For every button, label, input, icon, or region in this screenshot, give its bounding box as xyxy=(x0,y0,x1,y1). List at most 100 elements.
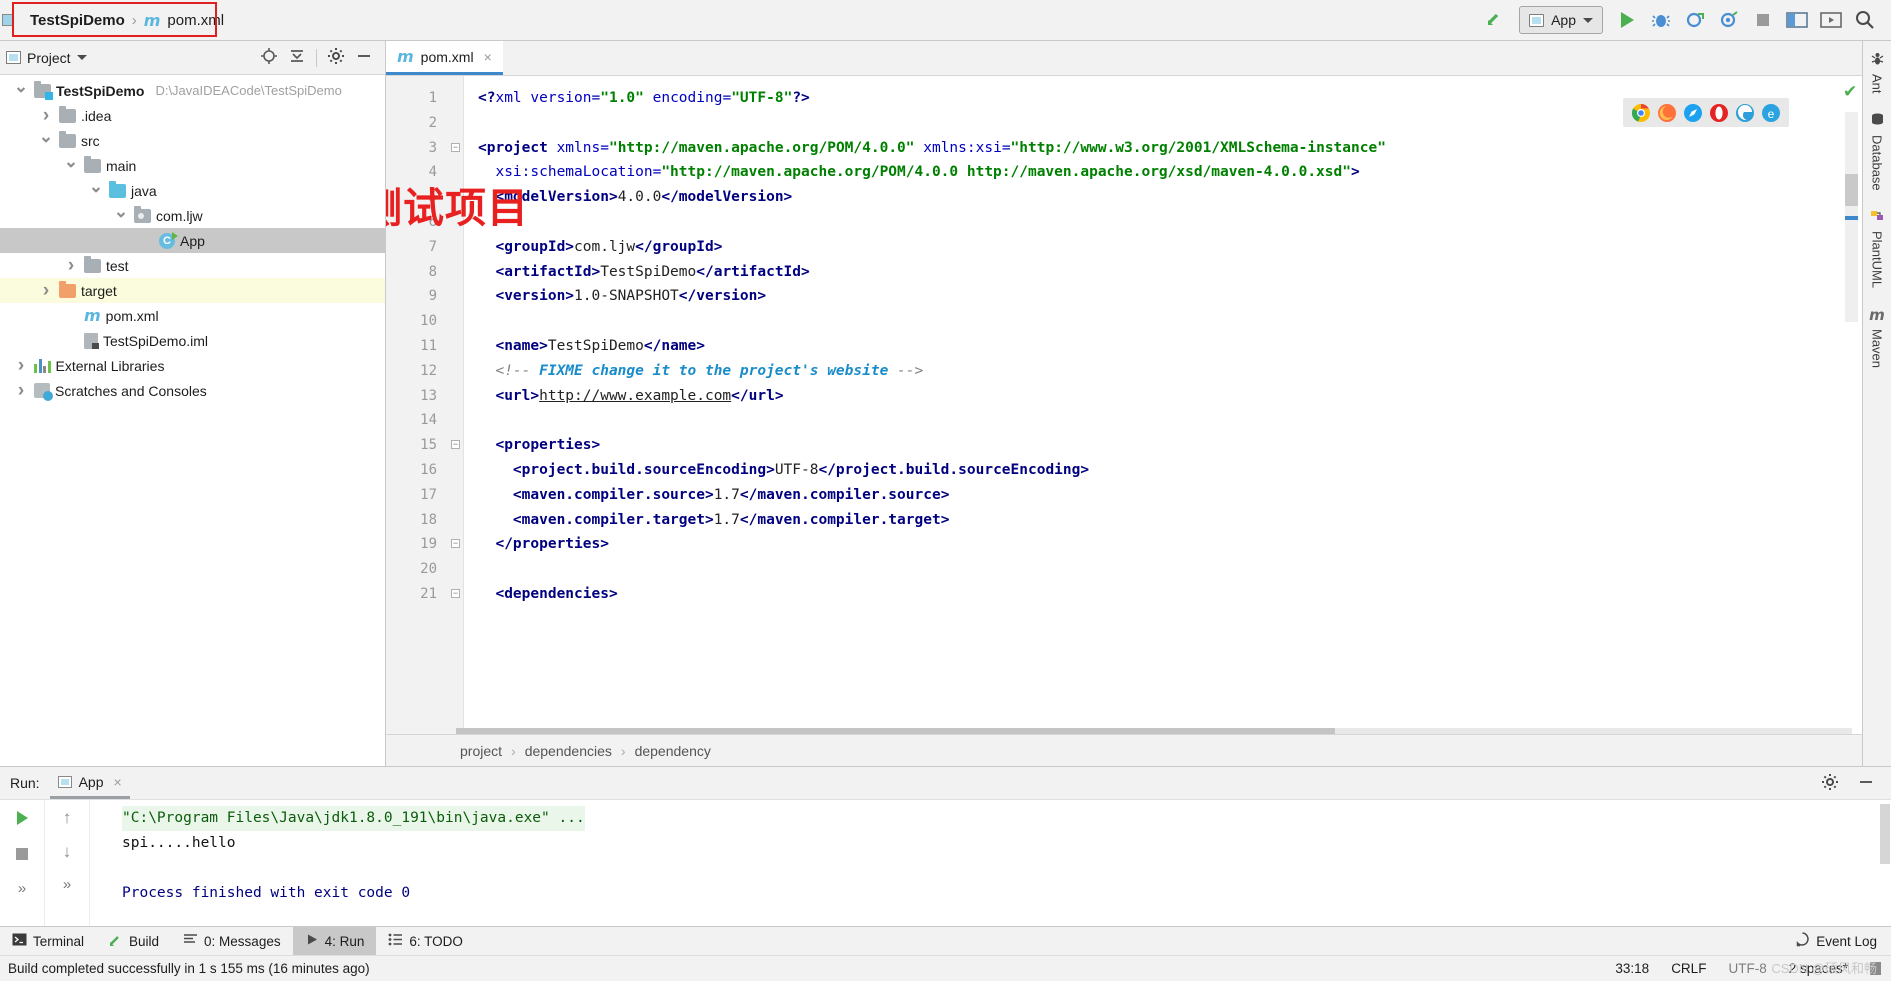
rerun-icon[interactable] xyxy=(12,808,32,831)
fold-marker-icon[interactable]: − xyxy=(448,433,463,458)
breadcrumb-project[interactable]: TestSpiDemo xyxy=(30,12,125,29)
close-icon[interactable]: × xyxy=(484,49,492,65)
ie-icon[interactable]: e xyxy=(1761,103,1781,123)
tree-node-testspidemo-iml[interactable]: TestSpiDemo.iml xyxy=(0,328,385,353)
tree-expand-arrow-icon[interactable] xyxy=(63,255,79,277)
caret-position[interactable]: 33:18 xyxy=(1615,961,1649,976)
toolwindow-button-0-messages[interactable]: 0: Messages xyxy=(171,927,293,955)
code-line[interactable]: <dependencies> xyxy=(478,582,1842,607)
tree-node-com-ljw[interactable]: com.ljw xyxy=(0,203,385,228)
code-line[interactable]: <project xmlns="http://maven.apache.org/… xyxy=(478,136,1842,161)
tree-expand-arrow-icon[interactable] xyxy=(38,105,54,127)
console-output[interactable]: "C:\Program Files\Java\jdk1.8.0_191\bin\… xyxy=(90,800,1879,926)
build-hammer-icon[interactable] xyxy=(1479,5,1511,35)
tree-expand-arrow-icon[interactable] xyxy=(88,181,104,201)
tree-node-main[interactable]: main xyxy=(0,153,385,178)
file-encoding[interactable]: UTF-8 xyxy=(1728,961,1766,976)
code-line[interactable]: <version>1.0-SNAPSHOT</version> xyxy=(478,284,1842,309)
code-line[interactable]: <project.build.sourceEncoding>UTF-8</pro… xyxy=(478,458,1842,483)
code-line[interactable]: <maven.compiler.target>1.7</maven.compil… xyxy=(478,508,1842,533)
minimize-icon[interactable] xyxy=(355,47,373,68)
code-line[interactable] xyxy=(478,309,1842,334)
tree-node-pom-xml[interactable]: m pom.xml xyxy=(0,303,385,328)
stop-icon[interactable] xyxy=(1747,5,1779,35)
chrome-icon[interactable] xyxy=(1631,103,1651,123)
code-editor[interactable]: 1 2 3 4 5 6 7 8 9 10 11 12 13 14 15 16 17 18 19 20 21 − − − − <… xyxy=(386,76,1862,734)
run-with-coverage-icon[interactable] xyxy=(1679,5,1711,35)
stop-icon[interactable] xyxy=(13,845,31,866)
code-line[interactable]: <name>TestSpiDemo</name> xyxy=(478,334,1842,359)
layout-icon[interactable] xyxy=(1781,5,1813,35)
scroll-up-icon[interactable]: ↑ xyxy=(63,808,72,828)
search-icon[interactable] xyxy=(1849,5,1881,35)
tree-node-external-libraries[interactable]: External Libraries xyxy=(0,353,385,378)
minimize-icon[interactable] xyxy=(1857,773,1875,794)
tree-node-scratches-and-consoles[interactable]: Scratches and Consoles xyxy=(0,378,385,403)
code-line[interactable]: <maven.compiler.source>1.7</maven.compil… xyxy=(478,483,1842,508)
code-line[interactable]: xsi:schemaLocation="http://maven.apache.… xyxy=(478,160,1842,185)
collapse-all-icon[interactable] xyxy=(288,47,306,68)
right-tool-database[interactable]: Database xyxy=(1870,112,1885,190)
right-tool-plantuml[interactable]: PlantUML xyxy=(1870,208,1885,288)
expand-more-icon[interactable]: » xyxy=(63,876,71,893)
fold-marker-icon[interactable]: − xyxy=(448,136,463,161)
code-folding-gutter[interactable]: − − − − xyxy=(448,76,464,734)
tree-node-testspidemo[interactable]: TestSpiDemo D:\JavaIDEACode\TestSpiDemo xyxy=(0,78,385,103)
scrollbar-thumb[interactable] xyxy=(1845,174,1858,206)
scroll-down-icon[interactable]: ↓ xyxy=(63,842,72,862)
code-line[interactable]: <url>http://www.example.com</url> xyxy=(478,384,1842,409)
tree-node-java[interactable]: java xyxy=(0,178,385,203)
code-line[interactable]: <!-- FIXME change it to the project's we… xyxy=(478,359,1842,384)
opera-icon[interactable] xyxy=(1709,103,1729,123)
code-content[interactable]: <?xml version="1.0" encoding="UTF-8"?> <… xyxy=(464,76,1842,734)
editor-horizontal-scrollbar[interactable] xyxy=(456,728,1852,734)
tree-node-test[interactable]: test xyxy=(0,253,385,278)
tree-node-src[interactable]: src xyxy=(0,128,385,153)
present-icon[interactable] xyxy=(1815,5,1847,35)
console-vertical-scrollbar[interactable] xyxy=(1879,800,1891,926)
tree-node-app[interactable]: C App xyxy=(0,228,385,253)
fold-marker-icon[interactable]: − xyxy=(448,532,463,557)
code-line[interactable] xyxy=(478,210,1842,235)
toolwindow-button-4-run[interactable]: 4: Run xyxy=(292,927,377,955)
code-line[interactable]: <groupId>com.ljw</groupId> xyxy=(478,235,1842,260)
editor-tab-pom-xml[interactable]: m pom.xml × xyxy=(386,41,503,75)
indent-setting[interactable]: 2 spaces* xyxy=(1789,961,1848,976)
expand-more-icon[interactable]: » xyxy=(18,880,26,897)
safari-icon[interactable] xyxy=(1683,103,1703,123)
tree-expand-arrow-icon[interactable] xyxy=(63,156,79,176)
run-icon[interactable] xyxy=(1611,5,1643,35)
fold-marker-icon[interactable]: − xyxy=(448,582,463,607)
run-configuration-selector[interactable]: App xyxy=(1519,6,1603,34)
gear-icon[interactable] xyxy=(1821,773,1839,794)
code-line[interactable] xyxy=(478,408,1842,433)
firefox-icon[interactable] xyxy=(1657,103,1677,123)
close-icon[interactable]: × xyxy=(114,774,122,790)
chevron-down-icon[interactable] xyxy=(76,55,87,60)
right-tool-ant[interactable]: Ant xyxy=(1870,51,1885,94)
lock-icon[interactable] xyxy=(1870,962,1881,975)
tree-node-target[interactable]: target xyxy=(0,278,385,303)
editor-vertical-scrollbar[interactable] xyxy=(1845,112,1858,322)
navigation-breadcrumb[interactable]: TestSpiDemo › m pom.xml xyxy=(22,7,238,34)
tree-expand-arrow-icon[interactable] xyxy=(13,355,29,377)
tree-expand-arrow-icon[interactable] xyxy=(38,131,54,151)
toolwindow-button-6-todo[interactable]: 6: TODO xyxy=(376,927,475,955)
breadcrumb-item-project[interactable]: project xyxy=(460,743,502,759)
error-stripe-marker-column[interactable]: ✔ xyxy=(1842,76,1862,734)
chevron-down-icon[interactable] xyxy=(1583,17,1593,23)
editor-breadcrumb[interactable]: project › dependencies › dependency xyxy=(386,734,1862,766)
code-line[interactable]: <artifactId>TestSpiDemo</artifactId> xyxy=(478,260,1842,285)
gear-icon[interactable] xyxy=(327,47,345,68)
line-separator[interactable]: CRLF xyxy=(1671,961,1706,976)
tree-expand-arrow-icon[interactable] xyxy=(13,380,29,402)
edge-icon[interactable] xyxy=(1735,103,1755,123)
toolwindow-button-build[interactable]: Build xyxy=(96,927,171,955)
code-line[interactable]: <properties> xyxy=(478,433,1842,458)
project-tree[interactable]: TestSpiDemo D:\JavaIDEACode\TestSpiDemo .i… xyxy=(0,75,385,766)
code-line[interactable]: </properties> xyxy=(478,532,1842,557)
breadcrumb-file[interactable]: pom.xml xyxy=(167,12,224,29)
run-tab-app[interactable]: App × xyxy=(49,767,130,799)
profile-icon[interactable] xyxy=(1713,5,1745,35)
locate-icon[interactable] xyxy=(260,47,278,68)
